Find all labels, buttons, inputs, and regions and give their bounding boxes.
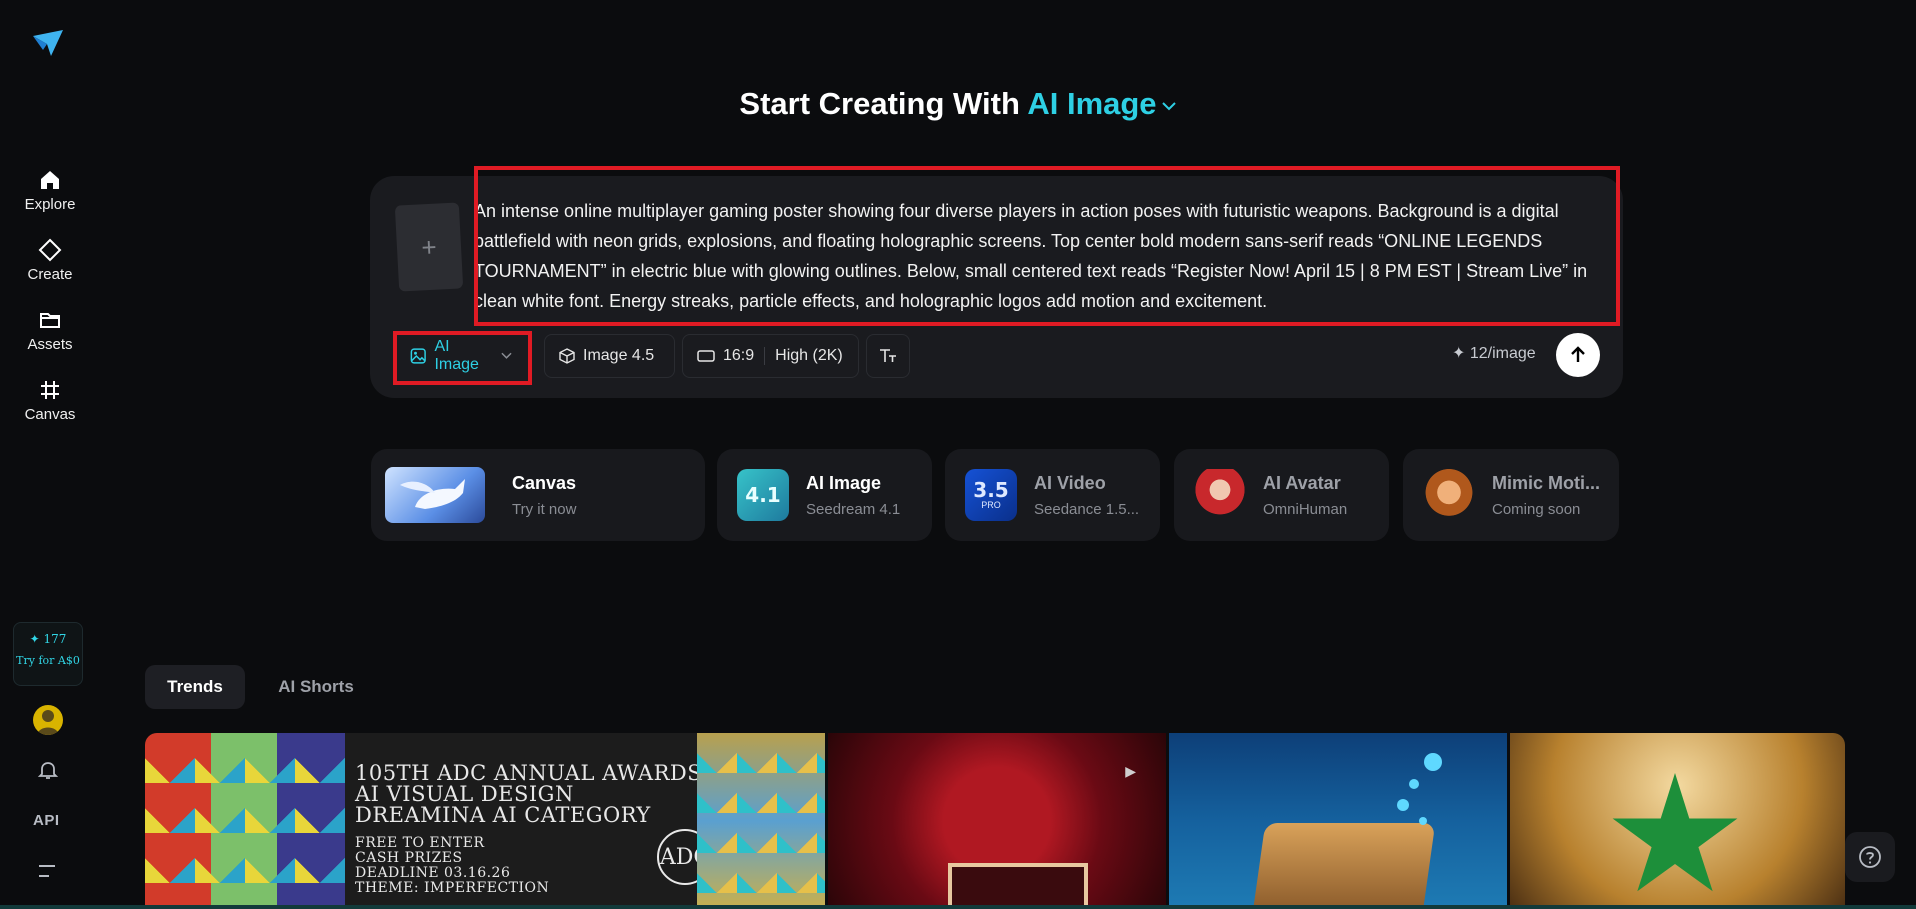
aspect-ratio-label: 16:9	[723, 347, 755, 364]
sidebar: Explore Create Assets Canvas ✦ 177 Try f…	[0, 0, 100, 909]
poster-detail-line: FREE TO ENTER	[355, 835, 485, 851]
gallery-item-underwater-island[interactable]	[1169, 733, 1507, 909]
star-balloon-shape	[1612, 773, 1738, 892]
poster-detail-line: CASH PRIZES	[355, 850, 463, 866]
poster-text: 105TH ADC ANNUAL AWARDS AI VISUAL DESIGN…	[355, 763, 702, 896]
sidebar-item-label: Assets	[27, 336, 73, 353]
poster-title-line: DREAMINA AI CATEGORY	[355, 803, 651, 827]
feature-card-ai-avatar[interactable]: AI Avatar OmniHuman	[1174, 449, 1389, 541]
cube-icon	[559, 348, 575, 364]
prompt-input[interactable]: An intense online multiplayer gaming pos…	[474, 196, 1604, 316]
image-icon	[410, 348, 426, 364]
feature-subtitle: Seedance 1.5...	[1034, 501, 1140, 518]
sidebar-item-create[interactable]: Create	[0, 238, 100, 284]
feature-card-mimic-motion[interactable]: Mimic Moti... Coming soon	[1403, 449, 1619, 541]
menu-icon[interactable]	[38, 863, 56, 879]
diamond-icon	[38, 238, 62, 262]
mimic-motion-thumbnail	[1423, 469, 1475, 521]
tab-ai-shorts[interactable]: AI Shorts	[266, 665, 366, 709]
bubble-shape	[1424, 753, 1442, 771]
poster-detail-line: DEADLINE 03.16.26	[355, 865, 511, 881]
sidebar-item-canvas[interactable]: Canvas	[0, 378, 100, 424]
feature-subtitle: OmniHuman	[1263, 501, 1348, 518]
sidebar-item-explore[interactable]: Explore	[0, 168, 100, 214]
arrow-up-icon	[1571, 346, 1585, 362]
home-icon	[41, 171, 59, 189]
model-selector-label: Image 4.5	[583, 347, 655, 364]
text-format-icon	[880, 349, 896, 362]
cost-label: 12/image	[1469, 345, 1536, 362]
feature-subtitle: Try it now	[512, 501, 577, 518]
aspect-ratio-icon	[697, 350, 715, 362]
bell-icon[interactable]	[36, 758, 60, 782]
mode-switcher-label: AI Image	[1027, 86, 1157, 121]
feature-title: Canvas	[512, 473, 577, 493]
try-free-link[interactable]: Try for A$0	[14, 654, 82, 667]
bubble-shape	[1419, 817, 1427, 825]
page-title-prefix: Start Creating With	[739, 86, 1020, 121]
ratio-quality-selector[interactable]: 16:9 High (2K)	[682, 334, 859, 378]
feature-subtitle: Coming soon	[1492, 501, 1581, 518]
poster-mosaic-right	[697, 733, 825, 909]
gallery-item-green-star[interactable]	[1510, 733, 1845, 909]
user-icon	[37, 710, 59, 735]
feature-subtitle: Seedream 4.1	[806, 501, 901, 518]
avatar[interactable]	[33, 705, 63, 735]
chevron-down-icon	[1161, 102, 1176, 111]
text-format-button[interactable]	[866, 334, 910, 378]
credits-count: ✦ 177	[29, 632, 67, 646]
mode-switcher[interactable]: AI Image	[1027, 86, 1176, 121]
ai-video-badge: 3.5 PRO	[965, 469, 1017, 521]
api-link[interactable]: API	[33, 812, 60, 829]
chevron-down-icon	[501, 352, 512, 359]
divider	[764, 347, 766, 365]
question-icon	[1859, 846, 1881, 868]
sidebar-item-label: Canvas	[24, 406, 76, 423]
poster-detail-line: THEME: IMPERFECTION	[355, 880, 550, 896]
bubble-shape	[1397, 799, 1409, 811]
gallery-item-adc-poster[interactable]: 105TH ADC ANNUAL AWARDS AI VISUAL DESIGN…	[145, 733, 825, 909]
app-logo[interactable]	[31, 26, 65, 60]
generate-button[interactable]	[1556, 333, 1600, 377]
sparkle-icon: ✦	[1452, 345, 1466, 362]
ai-video-badge-text: 3.5	[973, 478, 1009, 502]
mode-dropdown[interactable]: AI Image	[400, 334, 526, 378]
poster-mosaic-left	[145, 733, 345, 909]
ai-avatar-thumbnail	[1194, 469, 1246, 521]
frame-icon	[41, 381, 59, 399]
add-reference-button[interactable]: +	[394, 202, 464, 292]
bottom-edge	[0, 905, 1916, 909]
credits-widget[interactable]: ✦ 177 Try for A$0	[13, 622, 83, 686]
sidebar-item-label: Explore	[24, 196, 76, 213]
ai-video-badge-sub: PRO	[981, 500, 1001, 510]
feature-title: AI Avatar	[1263, 473, 1341, 493]
model-selector[interactable]: Image 4.5	[544, 334, 675, 378]
feature-card-ai-video[interactable]: 3.5 PRO AI Video Seedance 1.5...	[945, 449, 1160, 541]
quality-label: High (2K)	[775, 347, 843, 364]
sidebar-item-assets[interactable]: Assets	[0, 308, 100, 354]
poster-title-line: 105TH ADC ANNUAL AWARDS	[355, 761, 703, 785]
poster-title-line: AI VISUAL DESIGN	[355, 782, 574, 806]
cost-per-image: ✦ 12/image	[1452, 343, 1536, 363]
play-icon: ▶	[1125, 763, 1136, 779]
decor-frame	[948, 863, 1088, 909]
mode-dropdown-label: AI Image	[434, 338, 479, 373]
bubble-shape	[1409, 779, 1419, 789]
tab-trends[interactable]: Trends	[145, 665, 245, 709]
island-shape	[1252, 823, 1436, 909]
gallery-item-red-bow[interactable]: ▶	[828, 733, 1166, 909]
sidebar-item-label: Create	[27, 266, 73, 283]
feature-card-canvas[interactable]: Canvas Try it now	[371, 449, 705, 541]
feature-title: Mimic Moti...	[1492, 473, 1600, 493]
feature-title: AI Image	[806, 473, 882, 493]
folder-icon	[40, 313, 60, 328]
ai-image-badge: 4.1	[737, 469, 789, 521]
feature-card-ai-image[interactable]: 4.1 AI Image Seedream 4.1	[717, 449, 932, 541]
ai-image-badge-text: 4.1	[745, 483, 781, 507]
feature-title: AI Video	[1034, 473, 1106, 493]
page-title: Start Creating With AI Image	[0, 86, 1916, 122]
canvas-thumbnail	[385, 467, 485, 523]
help-button[interactable]	[1845, 832, 1895, 882]
pegasus-icon	[400, 479, 465, 509]
